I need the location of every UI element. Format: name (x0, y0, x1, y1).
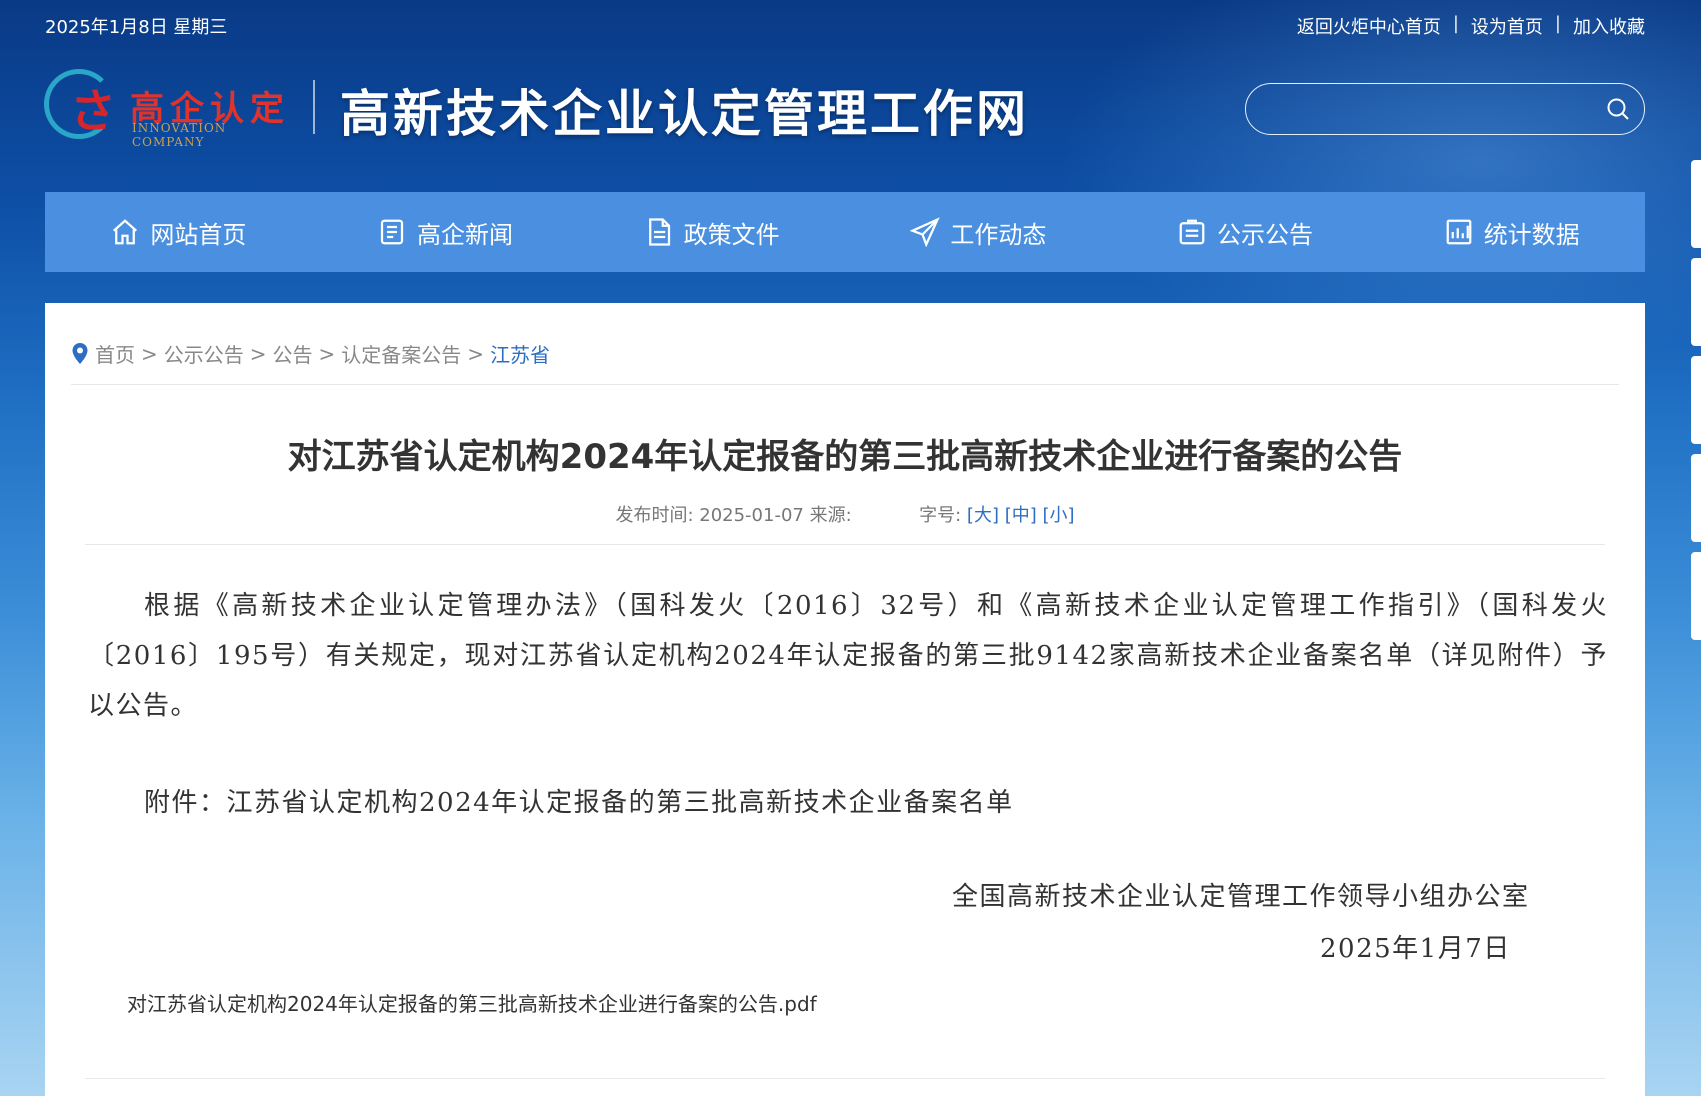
breadcrumb: 首页 > 公示公告 > 公告 > 认定备案公告 > 江苏省 (71, 339, 550, 368)
main-nav: 网站首页 高企新闻 政策文件 工作动态 公示公告 统计数据 (45, 192, 1645, 272)
crumb-notices[interactable]: 公示公告 (164, 339, 244, 368)
search-box (1245, 83, 1645, 135)
link-set-homepage[interactable]: 设为首页 (1471, 13, 1543, 39)
divider (85, 1078, 1605, 1079)
article-paragraph: 根据《高新技术企业认定管理办法》（国科发火〔2016〕32号）和《高新技术企业认… (88, 591, 1608, 721)
crumb-filing[interactable]: 认定备案公告 (341, 339, 461, 368)
side-tab[interactable] (1691, 454, 1701, 542)
nav-label: 工作动态 (950, 220, 1047, 249)
top-bar: 2025年1月8日 星期三 返回火炬中心首页 | 设为首页 | 加入收藏 (0, 0, 1701, 52)
crumb-separator: > (318, 341, 336, 366)
site-title: 高新技术企业认定管理工作网 (340, 84, 1029, 143)
nav-item-home[interactable]: 网站首页 (45, 192, 312, 272)
home-icon (113, 219, 138, 245)
nav-item-notices[interactable]: 公示公告 (1112, 192, 1379, 272)
chart-icon (1446, 219, 1472, 245)
logo-divider (313, 80, 315, 134)
side-tab[interactable] (1691, 160, 1701, 248)
side-tabs (1691, 160, 1701, 650)
font-size-medium[interactable]: [中] (1005, 505, 1037, 526)
divider (71, 384, 1619, 385)
link-separator: | (1554, 13, 1561, 34)
crumb-separator: > (141, 341, 158, 366)
font-size-label: 字号: (919, 505, 962, 526)
nav-item-policy[interactable]: 政策文件 (578, 192, 845, 272)
current-date: 2025年1月8日 星期三 (45, 17, 228, 38)
nav-item-statistics[interactable]: 统计数据 (1378, 192, 1645, 272)
nav-label: 公示公告 (1217, 220, 1314, 249)
search-icon[interactable] (1606, 97, 1630, 121)
nav-label: 高企新闻 (417, 220, 513, 249)
attachment-pdf-link[interactable]: 对江苏省认定机构2024年认定报备的第三批高新技术企业进行备案的公告.pdf (127, 988, 817, 1017)
news-icon (380, 219, 404, 245)
crumb-separator: > (467, 341, 485, 366)
search-input[interactable] (1266, 94, 1590, 126)
logo-subtext: INNOVATION COMPANY (132, 121, 227, 149)
font-size-large[interactable]: [大] (967, 505, 999, 526)
link-separator: | (1452, 13, 1459, 34)
publish-info: 发布时间: 2025-01-07 来源: (615, 505, 852, 526)
link-torch-home[interactable]: 返回火炬中心首页 (1297, 13, 1441, 39)
top-links: 返回火炬中心首页 | 设为首页 | 加入收藏 (1297, 13, 1645, 39)
crumb-home[interactable]: 首页 (95, 339, 135, 368)
nav-label: 统计数据 (1483, 220, 1580, 249)
side-tab[interactable] (1691, 258, 1701, 346)
divider (85, 544, 1605, 545)
crumb-separator: > (249, 341, 267, 366)
signature-date: 2025年1月7日 (1320, 934, 1511, 964)
font-size-small[interactable]: [小] (1042, 505, 1074, 526)
nav-item-news[interactable]: 高企新闻 (312, 192, 579, 272)
paper-plane-icon (910, 217, 941, 247)
nav-item-work-news[interactable]: 工作动态 (845, 192, 1112, 272)
nav-label: 政策文件 (683, 220, 780, 249)
article-title: 对江苏省认定机构2024年认定报备的第三批高新技术企业进行备案的公告 (287, 437, 1403, 477)
document-icon (648, 218, 670, 246)
location-pin-icon (72, 342, 88, 364)
notice-icon (1179, 219, 1205, 245)
nav-label: 网站首页 (150, 220, 247, 249)
side-tab[interactable] (1691, 552, 1701, 640)
article-meta: 发布时间: 2025-01-07 来源: 字号: [大] [中] [小] (45, 501, 1645, 527)
site-logo[interactable]: さ 高企认定 INNOVATION COMPANY (44, 65, 294, 149)
crumb-announcement[interactable]: 公告 (273, 339, 313, 368)
link-add-favorite[interactable]: 加入收藏 (1573, 13, 1645, 39)
article-container: 首页 > 公示公告 > 公告 > 认定备案公告 > 江苏省 对江苏省认定机构20… (45, 303, 1645, 1096)
side-tab[interactable] (1691, 356, 1701, 444)
logo-mark-icon: さ (70, 84, 116, 138)
signature-org: 全国高新技术企业认定管理工作领导小组办公室 (952, 882, 1530, 912)
attachment-note: 附件：江苏省认定机构2024年认定报备的第三批高新技术企业备案名单 (144, 788, 1014, 818)
crumb-current[interactable]: 江苏省 (490, 339, 550, 368)
